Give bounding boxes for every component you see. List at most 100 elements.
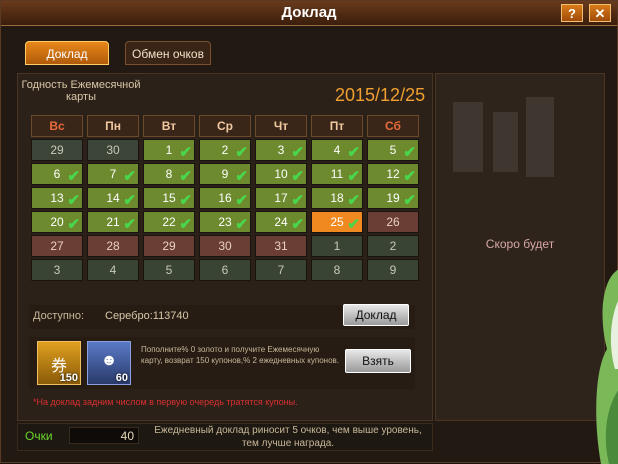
checkmark-icon: ✔	[235, 192, 248, 209]
calendar-day: 15 ✔	[143, 187, 195, 209]
tab-points-exchange[interactable]: Обмен очков	[125, 41, 211, 65]
checkmark-icon: ✔	[347, 168, 360, 185]
checkmark-icon: ✔	[123, 168, 136, 185]
day-number: 28	[106, 239, 120, 253]
weekday-header: Вт	[143, 115, 195, 137]
day-number: 26	[386, 215, 400, 229]
day-number: 8	[165, 167, 173, 181]
calendar-day: 11 ✔	[311, 163, 363, 185]
checkmark-icon: ✔	[291, 216, 304, 233]
points-value: 40	[69, 427, 139, 444]
day-number: 4	[333, 143, 341, 157]
day-number: 1	[333, 239, 341, 253]
checkmark-icon: ✔	[347, 192, 360, 209]
checkmark-icon: ✔	[67, 216, 80, 233]
calendar-day[interactable]: 30	[199, 235, 251, 257]
calendar-day[interactable]: 31	[255, 235, 307, 257]
calendar-day: 7	[255, 259, 307, 281]
item-quantity: 60	[115, 372, 128, 384]
day-number: 2	[389, 239, 397, 253]
calendar-day[interactable]: 28	[87, 235, 139, 257]
checkmark-icon: ✔	[179, 168, 192, 185]
day-number: 17	[274, 191, 288, 205]
coupon-item[interactable]: 券 150	[37, 341, 81, 385]
day-number: 6	[53, 167, 61, 181]
calendar-day: 24 ✔	[255, 211, 307, 233]
calendar-day: 19 ✔	[367, 187, 419, 209]
mask-item[interactable]: ☻ 60	[87, 341, 131, 385]
day-number: 29	[50, 143, 64, 157]
day-number: 11	[330, 167, 344, 181]
item-quantity: 150	[59, 372, 78, 384]
calendar-day[interactable]: 27	[31, 235, 83, 257]
calendar-day[interactable]: 26	[367, 211, 419, 233]
day-number: 3	[53, 263, 61, 277]
day-number: 4	[109, 263, 117, 277]
day-number: 8	[333, 263, 341, 277]
checkmark-icon: ✔	[291, 192, 304, 209]
calendar-day: 9 ✔	[199, 163, 251, 185]
close-button[interactable]: ✕	[589, 4, 611, 22]
calendar-day: 8 ✔	[143, 163, 195, 185]
day-number: 13	[50, 191, 64, 205]
current-date: 2015/12/25	[335, 85, 426, 105]
report-button[interactable]: Доклад	[343, 304, 409, 326]
calendar-day: 21 ✔	[87, 211, 139, 233]
calendar-day: 4	[87, 259, 139, 281]
day-number: 29	[162, 239, 176, 253]
checkmark-icon: ✔	[235, 168, 248, 185]
calendar-day: 13 ✔	[31, 187, 83, 209]
day-number: 25	[330, 215, 344, 229]
day-number: 18	[330, 191, 344, 205]
checkmark-icon: ✔	[291, 168, 304, 185]
day-number: 3	[277, 143, 285, 157]
weekday-header: Пт	[311, 115, 363, 137]
checkmark-icon: ✔	[123, 216, 136, 233]
calendar-day: 3 ✔	[255, 139, 307, 161]
calendar-day: 9	[367, 259, 419, 281]
checkmark-icon: ✔	[67, 168, 80, 185]
calendar-day[interactable]: 25 ✔	[311, 211, 363, 233]
calendar-day: 20 ✔	[31, 211, 83, 233]
day-number: 5	[389, 143, 397, 157]
checkmark-icon: ✔	[347, 144, 360, 161]
checkmark-icon: ✔	[67, 192, 80, 209]
points-description: Ежедневный доклад риносит 5 очков, чем в…	[154, 425, 422, 449]
calendar-day: 6 ✔	[31, 163, 83, 185]
points-label: Очки	[25, 429, 53, 443]
checkmark-icon: ✔	[347, 216, 360, 233]
calendar-day: 2 ✔	[199, 139, 251, 161]
day-number: 1	[165, 143, 173, 157]
day-number: 19	[386, 191, 400, 205]
calendar-day: 29	[31, 139, 83, 161]
day-number: 16	[218, 191, 232, 205]
day-number: 7	[109, 167, 117, 181]
calendar-day: 5 ✔	[367, 139, 419, 161]
weekday-header: Ср	[199, 115, 251, 137]
day-number: 27	[50, 239, 64, 253]
report-window: Доклад ? ✕ Доклад Обмен очков Годность Е…	[0, 0, 618, 464]
take-button[interactable]: Взять	[345, 349, 411, 373]
calendar-day: 8	[311, 259, 363, 281]
checkmark-icon: ✔	[403, 192, 416, 209]
day-number: 23	[218, 215, 232, 229]
calendar-day: 2	[367, 235, 419, 257]
calendar-day: 17 ✔	[255, 187, 307, 209]
day-number: 12	[386, 167, 400, 181]
calendar-day: 12 ✔	[367, 163, 419, 185]
day-number: 6	[221, 263, 229, 277]
coupon-note: *На доклад задним числом в первую очеред…	[33, 397, 298, 407]
day-number: 9	[221, 167, 229, 181]
calendar-day: 14 ✔	[87, 187, 139, 209]
tab-report[interactable]: Доклад	[25, 41, 109, 65]
calendar-day[interactable]: 29	[143, 235, 195, 257]
calendar-day: 1	[311, 235, 363, 257]
silver-balance: Серебро:113740	[105, 310, 189, 322]
calendar-day: 18 ✔	[311, 187, 363, 209]
day-number: 31	[274, 239, 288, 253]
calendar-day: 3	[31, 259, 83, 281]
calendar-day: 10 ✔	[255, 163, 307, 185]
checkmark-icon: ✔	[291, 144, 304, 161]
help-button[interactable]: ?	[561, 4, 583, 22]
calendar-day: 16 ✔	[199, 187, 251, 209]
